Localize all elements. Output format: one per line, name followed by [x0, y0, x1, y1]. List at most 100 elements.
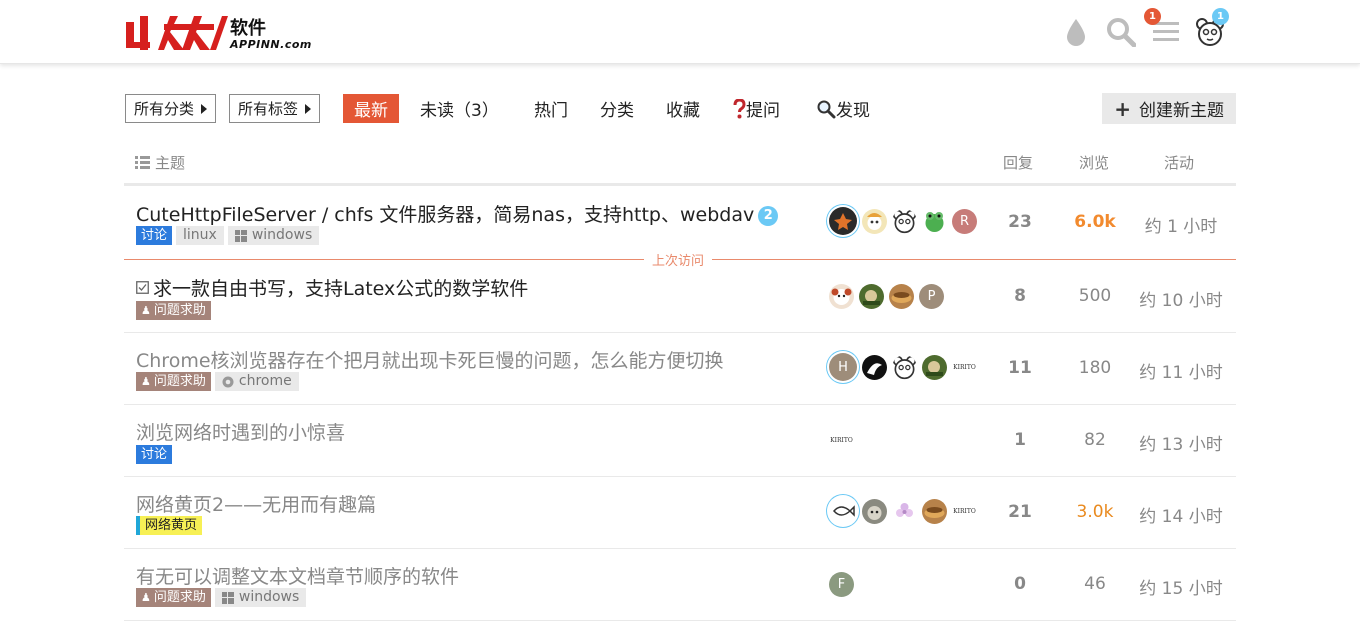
view-count: 46: [1084, 574, 1106, 594]
reply-count[interactable]: 0: [985, 574, 1055, 594]
magnifier-icon: [817, 100, 836, 118]
dog-avatar-icon: [831, 288, 852, 305]
nav-discover[interactable]: 发现: [816, 94, 870, 123]
unread-count-badge[interactable]: 2: [758, 205, 779, 226]
topic-posters: H KIRITO: [829, 353, 977, 381]
nav-discover-label: 发现: [836, 101, 870, 121]
poster-avatar[interactable]: P: [919, 284, 944, 309]
activity-time[interactable]: 约 1 小时: [1136, 212, 1226, 237]
nav-latest[interactable]: 最新: [343, 94, 399, 123]
windows-icon: [234, 229, 247, 242]
poster-avatar[interactable]: [829, 207, 857, 235]
reply-count[interactable]: 23: [985, 212, 1055, 232]
topic-row[interactable]: 求一款自由书写，支持Latex公式的数学软件 ♟ 问题求助 P 8 500 约 1…: [124, 261, 1236, 333]
nav-bookmarks[interactable]: 收藏: [666, 94, 700, 123]
nav-unread[interactable]: 未读（3）: [420, 94, 499, 123]
last-visit-divider: 上次访问: [124, 250, 1236, 269]
create-topic-button[interactable]: + 创建新主题: [1102, 93, 1236, 124]
topic-row[interactable]: Chrome核浏览器存在个把月就出现卡死巨慢的问题，怎么能方便切换 ♟ 问题求助 …: [124, 333, 1236, 405]
category-badge[interactable]: 讨论: [136, 226, 173, 245]
poster-avatar[interactable]: [892, 354, 917, 380]
chrome-icon: [222, 376, 234, 387]
poster-avatar[interactable]: [922, 208, 947, 234]
tag-windows-label: windows: [238, 589, 300, 605]
windows-icon: [221, 591, 234, 604]
category-badge[interactable]: 讨论: [136, 445, 173, 464]
checkbox-solved-icon: [136, 281, 149, 294]
column-views[interactable]: 浏览: [1079, 152, 1109, 173]
tag-windows[interactable]: windows: [214, 588, 307, 607]
poster-avatar[interactable]: H: [829, 353, 857, 381]
topic-posters: KIRITO: [829, 497, 977, 525]
topic-row[interactable]: CuteHttpFileServer / chfs 文件服务器，简易nas，支持…: [124, 187, 1236, 259]
activity-time[interactable]: 约 14 小时: [1136, 502, 1226, 527]
poster-avatar[interactable]: [892, 498, 917, 524]
activity-time[interactable]: 约 10 小时: [1136, 286, 1226, 311]
topic-title[interactable]: 求一款自由书写，支持Latex公式的数学软件: [136, 274, 528, 301]
topic-tags: 网络黄页: [136, 516, 203, 535]
activity-time[interactable]: 约 15 小时: [1136, 574, 1226, 599]
tag-chrome[interactable]: chrome: [214, 372, 299, 391]
tag-dropdown[interactable]: 所有标签: [229, 94, 321, 123]
category-dropdown[interactable]: 所有分类: [125, 94, 217, 123]
poster-avatar[interactable]: F: [829, 572, 854, 597]
reply-count[interactable]: 1: [985, 430, 1055, 450]
poster-avatar[interactable]: [862, 498, 887, 524]
nav-categories[interactable]: 分类: [600, 94, 634, 123]
category-badge[interactable]: ♟ 问题求助: [136, 372, 211, 391]
category-badge[interactable]: ♟ 问题求助: [136, 301, 211, 320]
poster-avatar[interactable]: [829, 284, 854, 309]
search-icon: [1107, 18, 1136, 47]
tag-linux[interactable]: linux: [176, 226, 224, 245]
topic-title[interactable]: 浏览网络时遇到的小惊喜: [136, 418, 345, 445]
category-badge-label: 问题求助: [153, 303, 206, 318]
poster-avatar[interactable]: [889, 284, 914, 309]
search-button[interactable]: [1103, 14, 1139, 50]
food-avatar-icon: [924, 506, 945, 518]
poster-avatar[interactable]: [862, 354, 887, 380]
flower-avatar-icon: [896, 502, 913, 517]
tag-windows[interactable]: windows: [227, 226, 320, 245]
reply-count[interactable]: 8: [985, 286, 1055, 306]
poster-avatar[interactable]: KIRITO: [829, 428, 854, 453]
activity-time[interactable]: 约 11 小时: [1136, 358, 1226, 383]
category-badge[interactable]: 网络黄页: [136, 516, 203, 535]
user-menu-button[interactable]: 1: [1192, 8, 1229, 50]
poster-avatar[interactable]: [922, 498, 947, 524]
tag-dropdown-label: 所有标签: [238, 100, 299, 118]
topic-title[interactable]: CuteHttpFileServer / chfs 文件服务器，简易nas，支持…: [136, 200, 779, 227]
poster-avatar[interactable]: KIRITO: [952, 498, 977, 524]
topic-tags: ♟ 问题求助: [136, 301, 211, 320]
theme-toggle-button[interactable]: [1058, 14, 1094, 50]
activity-time[interactable]: 约 13 小时: [1136, 430, 1226, 455]
user-notification-badge: 1: [1212, 8, 1229, 25]
poster-avatar[interactable]: [892, 208, 917, 234]
topic-title[interactable]: 有无可以调整文本文档章节顺序的软件: [136, 562, 459, 589]
poster-avatar[interactable]: R: [952, 208, 977, 234]
topic-title[interactable]: Chrome核浏览器存在个把月就出现卡死巨慢的问题，怎么能方便切换: [136, 346, 724, 373]
category-dropdown-label: 所有分类: [134, 100, 195, 118]
reply-count[interactable]: 11: [985, 358, 1055, 378]
topic-row[interactable]: 网络黄页2——无用而有趣篇 网络黄页 KIRITO 21 3.0k 约 14 小…: [124, 477, 1236, 549]
column-replies[interactable]: 回复: [1003, 152, 1033, 173]
site-logo[interactable]: 软件 APPINN.com: [124, 8, 324, 56]
nav-top[interactable]: 热门: [534, 94, 568, 123]
poster-avatar[interactable]: KIRITO: [952, 354, 977, 380]
reply-count[interactable]: 21: [985, 502, 1055, 522]
poster-avatar[interactable]: [829, 497, 857, 525]
topic-row[interactable]: 有无可以调整文本文档章节顺序的软件 ♟ 问题求助 windows F 0 46 约…: [124, 549, 1236, 621]
column-topic[interactable]: 主题: [135, 152, 185, 173]
poster-avatar[interactable]: [922, 354, 947, 380]
topic-posters: R: [829, 207, 977, 235]
food-avatar-icon: [891, 292, 912, 303]
column-activity[interactable]: 活动: [1164, 152, 1194, 173]
poster-avatar[interactable]: [862, 208, 887, 234]
topic-row[interactable]: 浏览网络时遇到的小惊喜 讨论 KIRITO 1 82 约 13 小时: [124, 405, 1236, 477]
menu-button[interactable]: 1: [1144, 8, 1184, 50]
nav-ask[interactable]: 提问: [732, 94, 780, 123]
topic-title[interactable]: 网络黄页2——无用而有趣篇: [136, 490, 376, 517]
view-count: 82: [1084, 430, 1106, 450]
poster-avatar[interactable]: [859, 284, 884, 309]
site-header: 软件 APPINN.com 1 1: [0, 0, 1360, 64]
category-badge[interactable]: ♟ 问题求助: [136, 588, 211, 607]
